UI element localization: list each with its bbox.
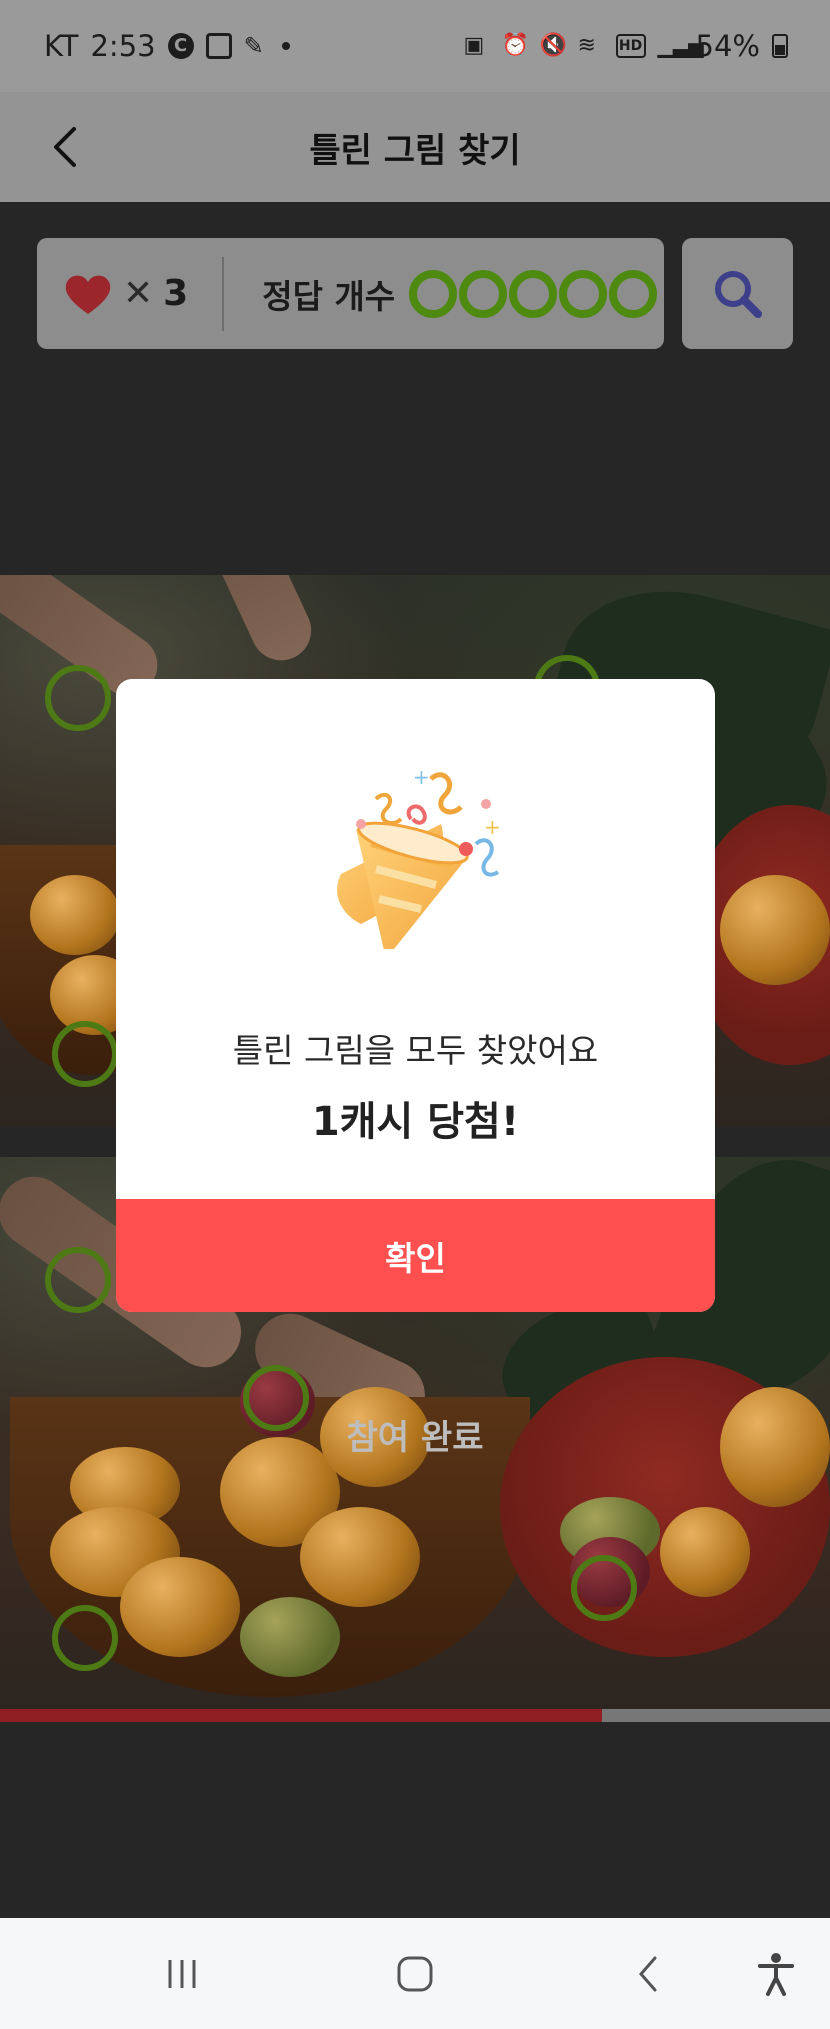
answer-circle bbox=[559, 269, 608, 318]
found-marker bbox=[52, 1021, 118, 1087]
progress-bar bbox=[0, 1709, 830, 1722]
arm-shape bbox=[199, 575, 321, 671]
home-button[interactable] bbox=[387, 1946, 443, 2002]
gallery-icon bbox=[205, 33, 232, 59]
success-modal: + + 틀린 그림을 모두 찾았어요 1캐시 당첨! 확인 bbox=[116, 679, 715, 1312]
nfc-icon: ▣ bbox=[463, 33, 485, 58]
orange-shape bbox=[720, 875, 830, 985]
lives-symbol: ✕ bbox=[123, 273, 154, 314]
modal-reward: 1캐시 당첨! bbox=[311, 1099, 520, 1145]
wifi-icon: ≋ bbox=[577, 33, 596, 58]
answer-circle bbox=[609, 269, 658, 318]
system-nav-bar bbox=[0, 1918, 830, 2029]
confirm-button[interactable]: 확인 bbox=[116, 1199, 715, 1312]
chevron-left-icon bbox=[54, 127, 76, 167]
hd-icon: HD bbox=[615, 34, 646, 58]
battery-percent: 54% bbox=[695, 29, 760, 63]
orange-shape bbox=[660, 1507, 750, 1597]
tiktok-icon: ✎ bbox=[243, 32, 264, 60]
battery-icon bbox=[772, 34, 788, 58]
answer-circles bbox=[409, 269, 658, 318]
found-marker bbox=[45, 665, 111, 731]
lime-shape bbox=[240, 1597, 340, 1677]
modal-message: 틀린 그림을 모두 찾았어요 bbox=[232, 1031, 599, 1070]
alarm-icon: ⏰ bbox=[501, 33, 529, 58]
progress-fill bbox=[0, 1709, 602, 1722]
found-marker bbox=[52, 1605, 118, 1671]
page-title: 틀린 그림 찾기 bbox=[309, 130, 521, 171]
recent-apps-button[interactable] bbox=[154, 1946, 210, 2002]
svg-text:+: + bbox=[484, 815, 501, 839]
notification-dot-icon bbox=[281, 42, 290, 50]
mute-icon: 🔇 bbox=[539, 33, 567, 58]
answer-circle bbox=[409, 269, 458, 318]
heart-icon bbox=[65, 275, 111, 314]
lives-count: 3 bbox=[163, 273, 189, 314]
participation-status: 참여 완료 bbox=[346, 1418, 484, 1458]
status-bar: KT 2:53 C ✎ ▣ ⏰ 🔇 ≋ HD ▁▃▅ 54% bbox=[0, 0, 830, 92]
orange-shape bbox=[30, 875, 120, 955]
orange-shape bbox=[120, 1557, 240, 1657]
status-left: KT 2:53 C ✎ bbox=[44, 29, 290, 63]
c-icon: C bbox=[167, 33, 194, 59]
clock: 2:53 bbox=[90, 29, 156, 63]
lives-counter: ✕ 3 bbox=[63, 272, 188, 316]
search-icon bbox=[714, 270, 762, 318]
recent-apps-icon bbox=[168, 1960, 196, 1988]
svg-text:+: + bbox=[413, 765, 430, 789]
back-nav-button[interactable] bbox=[620, 1946, 676, 2002]
party-popper-icon: + + bbox=[337, 765, 501, 949]
found-marker bbox=[45, 1247, 111, 1313]
app-header: 틀린 그림 찾기 bbox=[0, 92, 830, 202]
accessibility-icon bbox=[758, 1953, 794, 1996]
orange-shape bbox=[300, 1507, 420, 1607]
signal-icon: ▁▃▅ bbox=[657, 34, 704, 58]
accessibility-button[interactable] bbox=[748, 1946, 804, 2002]
hint-button[interactable] bbox=[682, 238, 793, 349]
back-button[interactable] bbox=[40, 122, 90, 172]
carrier-label: KT bbox=[44, 29, 79, 63]
game-info-panel: ✕ 3 정답 개수 bbox=[37, 238, 664, 349]
back-icon bbox=[639, 1956, 657, 1992]
answer-count-label: 정답 개수 bbox=[262, 276, 396, 316]
answer-circle bbox=[509, 269, 558, 318]
found-marker bbox=[571, 1555, 637, 1621]
panel-divider bbox=[222, 256, 225, 331]
answer-circle bbox=[459, 269, 508, 318]
home-icon bbox=[397, 1956, 433, 1992]
status-right: ▣ ⏰ 🔇 ≋ HD ▁▃▅ 54% bbox=[464, 29, 788, 63]
